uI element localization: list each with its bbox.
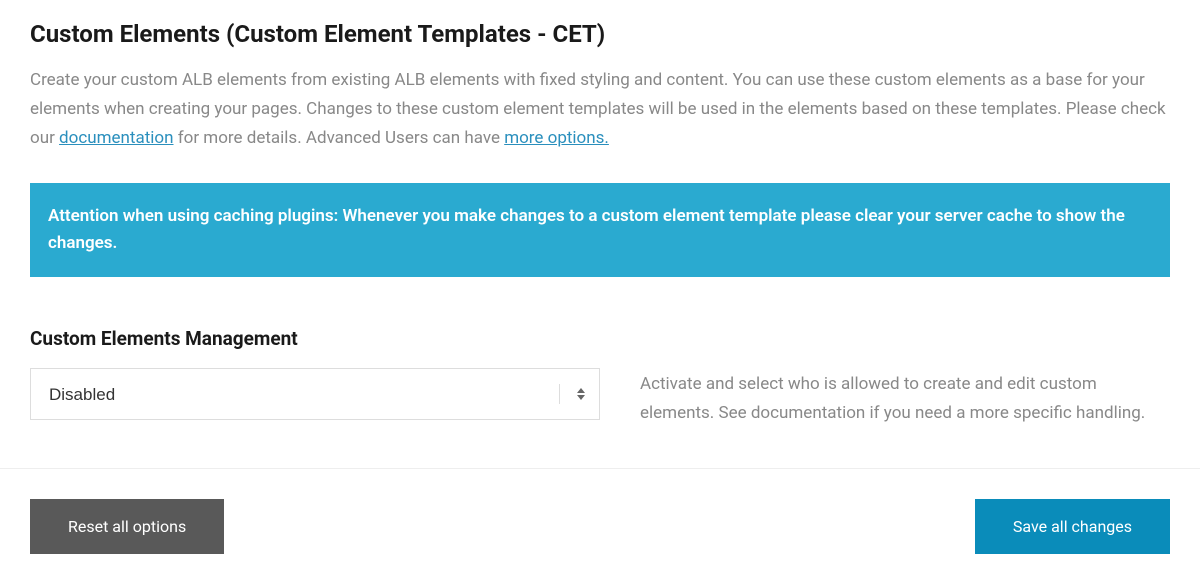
documentation-link[interactable]: documentation [59,128,173,148]
description-text-2: for more details. Advanced Users can hav… [174,128,505,148]
management-help-text: Activate and select who is allowed to cr… [640,368,1170,428]
section-title: Custom Elements Management [30,327,1170,350]
caching-alert: Attention when using caching plugins: Wh… [30,183,1170,277]
management-select[interactable]: Disabled [30,368,600,420]
page-description: Create your custom ALB elements from exi… [30,66,1170,153]
save-button[interactable]: Save all changes [975,499,1170,554]
page-title: Custom Elements (Custom Element Template… [30,20,1170,48]
alert-message: Attention when using caching plugins: Wh… [48,206,1125,253]
section-divider [0,468,1200,469]
more-options-link[interactable]: more options. [504,128,609,148]
button-row: Reset all options Save all changes [30,499,1170,554]
management-select-wrapper: Disabled [30,368,600,420]
management-field-row: Disabled Activate and select who is allo… [30,368,1170,428]
reset-button[interactable]: Reset all options [30,499,224,554]
